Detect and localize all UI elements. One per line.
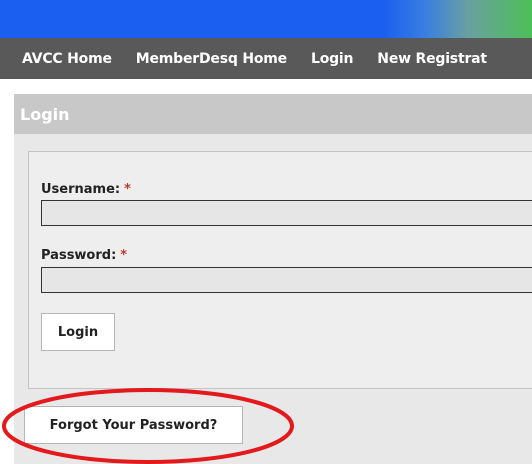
password-label-text: Password: — [41, 248, 117, 263]
page-root: AVCC Home MemberDesq Home Login New Regi… — [0, 0, 532, 464]
top-banner — [0, 0, 532, 38]
username-label: Username: * — [41, 182, 131, 197]
username-input[interactable] — [41, 200, 532, 226]
nav-login[interactable]: Login — [311, 51, 354, 67]
nav-avcc-home[interactable]: AVCC Home — [22, 51, 112, 67]
username-required-marker: * — [124, 182, 131, 197]
login-submit-button[interactable]: Login — [41, 313, 115, 351]
password-label: Password: * — [41, 248, 127, 263]
username-label-text: Username: — [41, 182, 121, 197]
nav-memberdesq-home[interactable]: MemberDesq Home — [136, 51, 287, 67]
forgot-password-button[interactable]: Forgot Your Password? — [24, 406, 243, 444]
nav-new-registration[interactable]: New Registrat — [377, 51, 487, 67]
main-navbar: AVCC Home MemberDesq Home Login New Regi… — [0, 38, 532, 79]
login-panel-header: Login — [14, 94, 532, 134]
login-panel-title: Login — [20, 104, 70, 124]
login-form: Username: * Password: * Login — [28, 151, 532, 389]
password-required-marker: * — [120, 248, 128, 263]
password-input[interactable] — [41, 267, 532, 293]
